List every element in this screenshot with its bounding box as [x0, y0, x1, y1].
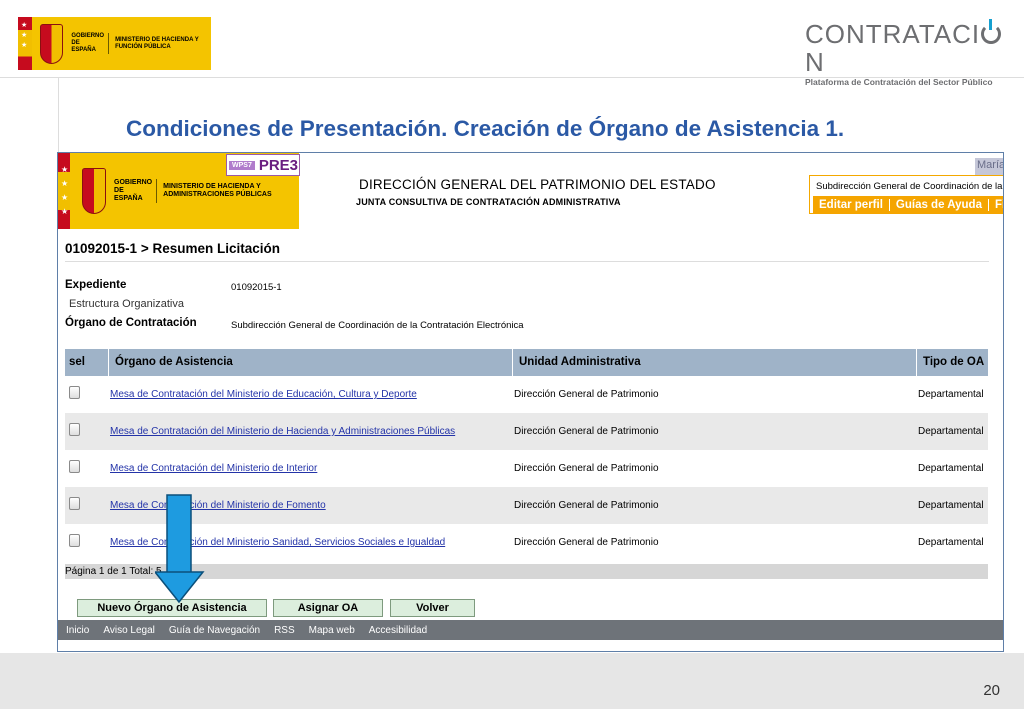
footer-link-accesibilidad[interactable]: Accesibilidad — [369, 625, 427, 636]
unidad-cell: Dirección General de Patrimonio — [514, 537, 659, 548]
unidad-cell: Dirección General de Patrimonio — [514, 500, 659, 511]
row-checkbox[interactable] — [69, 460, 80, 473]
power-icon — [981, 19, 1002, 44]
col-organo[interactable]: Órgano de Asistencia — [109, 349, 513, 376]
app-header: ★ ★ ★ ★ GOBIERNO DE ESPAÑA MINISTERIO DE HA… — [58, 153, 1003, 229]
col-sel: sel — [65, 349, 109, 376]
app-gov-text: GOBIERNO DE ESPAÑA — [114, 179, 158, 203]
organo-link[interactable]: Mesa de Contratación del Ministerio de H… — [110, 426, 455, 437]
back-button[interactable]: Volver — [390, 599, 475, 617]
government-logo: ★ ★ ★ GOBIERNO DE ESPAÑA MINISTERIO DE HAC… — [18, 17, 211, 70]
app-ministry-text: MINISTERIO DE HACIENDA Y ADMINISTRACIONE… — [163, 183, 272, 198]
row-checkbox[interactable] — [69, 386, 80, 399]
brand-name: CONTRATACIN — [805, 19, 1010, 76]
table-row: Mesa de Contratación del Ministerio de H… — [65, 413, 988, 450]
page-number: 20 — [983, 682, 1000, 699]
finish-link[interactable]: Fina — [989, 199, 1003, 211]
tipo-cell: Departamental — [918, 463, 984, 474]
tipo-cell: Departamental — [918, 537, 984, 548]
user-name[interactable]: María — [975, 158, 1003, 176]
header-divider — [0, 77, 1024, 78]
tipo-cell: Departamental — [918, 389, 984, 400]
coat-of-arms-icon — [39, 23, 64, 64]
edit-profile-link[interactable]: Editar perfil — [813, 199, 890, 211]
eu-flag-stripe: ★ ★ ★ — [18, 17, 32, 70]
estructura-label: Estructura Organizativa — [69, 298, 184, 310]
breadcrumb-divider — [65, 261, 989, 262]
left-divider — [58, 78, 59, 153]
help-guides-link[interactable]: Guías de Ayuda — [890, 199, 989, 211]
footer-link-inicio[interactable]: Inicio — [66, 625, 89, 636]
organo-contratacion-label: Órgano de Contratación — [65, 317, 197, 329]
slide-title: Condiciones de Presentación. Creación de… — [126, 116, 845, 141]
environment-badge: WPS7 PRE3 — [226, 154, 300, 176]
breadcrumb: 01092015-1 > Resumen Licitación — [65, 241, 280, 256]
user-menu: Editar perfil Guías de Ayuda Fina — [813, 196, 1003, 214]
ministry-logo-text: MINISTERIO DE HACIENDA Y FUNCIÓN PÚBLICA — [115, 36, 199, 50]
tipo-cell: Departamental — [918, 500, 984, 511]
organo-link[interactable]: Mesa de Contratación del Ministerio de I… — [110, 463, 317, 474]
user-panel: Subdirección General de Coordinación de … — [809, 175, 1003, 214]
table-header: sel Órgano de Asistencia Unidad Administ… — [65, 349, 988, 376]
expediente-value: 01092015-1 — [231, 282, 282, 293]
unidad-cell: Dirección General de Patrimonio — [514, 389, 659, 400]
row-checkbox[interactable] — [69, 497, 80, 510]
annotation-arrow-icon — [155, 494, 205, 604]
table-row: Mesa de Contratación del Ministerio de I… — [65, 450, 988, 487]
footer-link-mapa[interactable]: Mapa web — [309, 625, 355, 636]
footer-link-guia[interactable]: Guía de Navegación — [169, 625, 260, 636]
gov-logo-text: GOBIERNO DE ESPAÑA — [71, 33, 110, 54]
footer-link-aviso-legal[interactable]: Aviso Legal — [103, 625, 155, 636]
row-checkbox[interactable] — [69, 534, 80, 547]
col-tipo[interactable]: Tipo de OA — [917, 349, 988, 376]
organo-link[interactable]: Mesa de Contratación del Ministerio de E… — [110, 389, 417, 400]
board-title: JUNTA CONSULTIVA DE CONTRATACIÓN ADMINIS… — [356, 197, 621, 207]
organo-contratacion-value: Subdirección General de Coordinación de … — [231, 320, 524, 331]
brand-subtitle: Plataforma de Contratación del Sector Pú… — [805, 77, 993, 87]
coat-of-arms-icon — [81, 168, 107, 214]
eu-flag-stripe: ★ ★ ★ ★ — [58, 153, 70, 229]
tipo-cell: Departamental — [918, 426, 984, 437]
expediente-label: Expediente — [65, 279, 127, 291]
assign-oa-button[interactable]: Asignar OA — [273, 599, 383, 617]
slide-footer: 20 — [0, 653, 1024, 709]
footer-nav: Inicio Aviso Legal Guía de Navegación RS… — [58, 620, 1003, 640]
organo-link[interactable]: Mesa de Contratación del Ministerio de F… — [110, 500, 326, 511]
unidad-cell: Dirección General de Patrimonio — [514, 463, 659, 474]
footer-link-rss[interactable]: RSS — [274, 625, 295, 636]
user-organization: Subdirección General de Coordinación de … — [816, 181, 1003, 192]
row-checkbox[interactable] — [69, 423, 80, 436]
table-row: Mesa de Contratación del Ministerio de E… — [65, 376, 988, 413]
directorate-title: DIRECCIÓN GENERAL DEL PATRIMONIO DEL EST… — [359, 177, 716, 192]
slide: ★ ★ ★ GOBIERNO DE ESPAÑA MINISTERIO DE HAC… — [0, 0, 1024, 709]
env-tag: WPS7 — [229, 160, 255, 170]
unidad-cell: Dirección General de Patrimonio — [514, 426, 659, 437]
env-name: PRE3 — [258, 156, 299, 174]
col-unidad[interactable]: Unidad Administrativa — [513, 349, 917, 376]
